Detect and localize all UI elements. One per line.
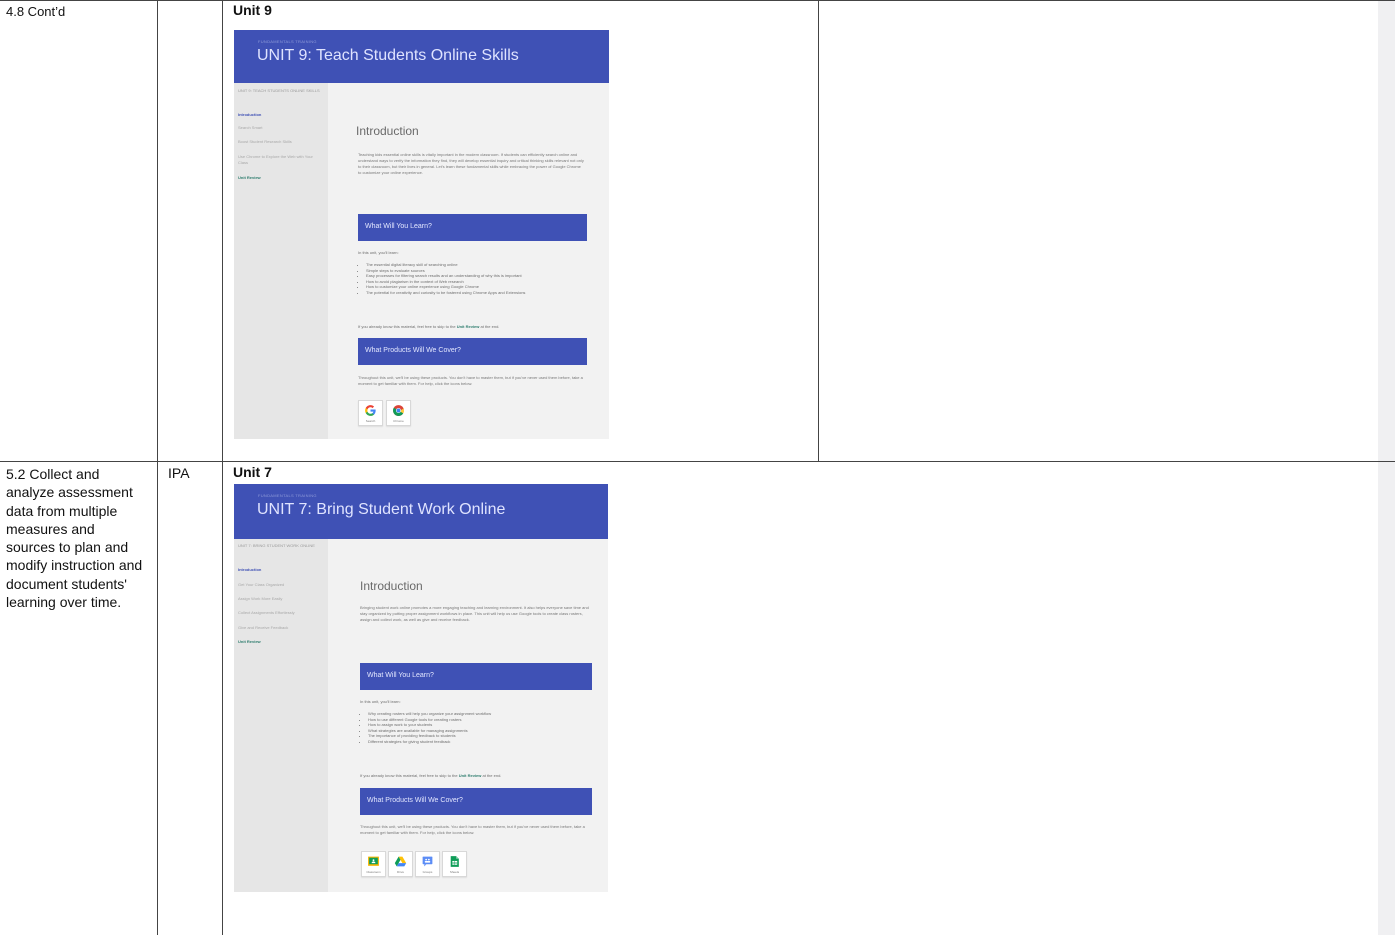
sidebar-heading: UNIT 9: TEACH STUDENTS ONLINE SKILLS xyxy=(238,88,320,93)
skip-note: If you already know this material, feel … xyxy=(360,773,501,778)
column-divider-3 xyxy=(818,0,819,462)
unit-review-link[interactable]: Unit Review xyxy=(459,773,482,778)
unit-sidebar: UNIT 9: TEACH STUDENTS ONLINE SKILLS Int… xyxy=(234,83,328,439)
vertical-scrollbar[interactable] xyxy=(1378,0,1395,935)
standard-cell: 4.8 Cont’d xyxy=(6,4,66,19)
intro-heading: Introduction xyxy=(356,124,419,138)
unit-sidebar: UNIT 7: BRING STUDENT WORK ONLINE Introd… xyxy=(234,539,328,892)
sidebar-item-assign-work[interactable]: Assign Work More Easily xyxy=(238,596,322,602)
unit-heading: Unit 9 xyxy=(233,2,272,18)
google-g-icon xyxy=(365,405,376,416)
sidebar-item-class-organized[interactable]: Get Your Class Organized xyxy=(238,582,322,588)
skip-note: If you already know this material, feel … xyxy=(358,324,499,329)
sidebar-item-unit-review[interactable]: Unit Review xyxy=(238,639,322,645)
product-search-button[interactable]: Search xyxy=(358,400,383,426)
unit-7-screenshot: FUNDAMENTALS TRAINING UNIT 7: Bring Stud… xyxy=(234,484,608,892)
product-label: Classroom xyxy=(366,870,381,874)
classroom-icon xyxy=(368,856,379,866)
product-label: Groups xyxy=(422,870,433,874)
sidebar-item-research-skills[interactable]: Boost Student Research Skills xyxy=(238,139,322,145)
skip-text: If you already know this material, feel … xyxy=(360,773,459,778)
learn-heading: What Will You Learn? xyxy=(365,223,432,230)
product-label: Search xyxy=(365,419,376,423)
unit-review-link[interactable]: Unit Review xyxy=(457,324,480,329)
intro-paragraph: Teaching kids essential online skills is… xyxy=(358,152,584,176)
product-chrome-button[interactable]: Chrome xyxy=(386,400,411,426)
sidebar-item-feedback[interactable]: Give and Receive Feedback xyxy=(238,625,322,631)
sidebar-item-use-chrome[interactable]: Use Chrome to Explore the Web with Your … xyxy=(238,154,322,165)
unit-heading: Unit 7 xyxy=(233,464,272,480)
product-drive-button[interactable]: Drive xyxy=(388,851,413,877)
product-classroom-button[interactable]: Classroom xyxy=(361,851,386,877)
learn-lead: In this unit, you'll learn: xyxy=(358,250,399,255)
sidebar-item-collect-assignments[interactable]: Collect Assignments Effortlessly xyxy=(238,610,322,616)
product-label: Sheets xyxy=(449,870,460,874)
drive-icon xyxy=(394,856,407,867)
sidebar-item-unit-review[interactable]: Unit Review xyxy=(238,175,322,181)
chrome-icon xyxy=(393,405,404,416)
product-label: Chrome xyxy=(393,419,404,423)
breadcrumb: FUNDAMENTALS TRAINING xyxy=(258,493,317,498)
products-paragraph: Throughout this unit, we'll be using the… xyxy=(360,824,585,836)
intro-paragraph: Bringing student work online promotes a … xyxy=(360,605,589,623)
table-top-border xyxy=(0,0,1395,1)
products-paragraph: Throughout this unit, we'll be using the… xyxy=(358,375,583,387)
products-section-bar: What Products Will We Cover? xyxy=(358,338,587,365)
products-heading: What Products Will We Cover? xyxy=(367,797,463,804)
list-item: The potential for creativity and curiosi… xyxy=(366,290,592,296)
learn-section-bar: What Will You Learn? xyxy=(360,663,592,690)
skip-text-end: at the end. xyxy=(479,324,500,329)
learn-list: The essential digital literacy skill of … xyxy=(358,262,592,296)
unit-banner: FUNDAMENTALS TRAINING UNIT 7: Bring Stud… xyxy=(234,484,608,539)
row-divider xyxy=(0,461,1395,462)
learn-lead: In this unit, you'll learn: xyxy=(360,699,401,704)
breadcrumb: FUNDAMENTALS TRAINING xyxy=(258,39,317,44)
unit-banner: FUNDAMENTALS TRAINING UNIT 9: Teach Stud… xyxy=(234,30,609,83)
code-cell: IPA xyxy=(168,465,190,481)
products-heading: What Products Will We Cover? xyxy=(365,347,461,354)
learn-list: Why creating rosters will help you organ… xyxy=(360,711,600,745)
list-item: Different strategies for giving student … xyxy=(368,739,600,745)
page-title: UNIT 7: Bring Student Work Online xyxy=(257,501,506,518)
sidebar-item-search-smart[interactable]: Search Smart xyxy=(238,125,322,131)
learn-heading: What Will You Learn? xyxy=(367,672,434,679)
skip-text: If you already know this material, feel … xyxy=(358,324,457,329)
skip-text-end: at the end. xyxy=(481,773,502,778)
product-groups-button[interactable]: Groups xyxy=(415,851,440,877)
sheets-icon xyxy=(450,856,459,867)
intro-heading: Introduction xyxy=(360,579,423,593)
sidebar-item-introduction[interactable]: Introduction xyxy=(238,567,322,573)
product-label: Drive xyxy=(396,870,404,874)
unit-9-screenshot: FUNDAMENTALS TRAINING UNIT 9: Teach Stud… xyxy=(234,30,609,439)
column-divider-1 xyxy=(157,0,158,935)
groups-icon xyxy=(422,856,433,867)
learn-section-bar: What Will You Learn? xyxy=(358,214,587,241)
sidebar-heading: UNIT 7: BRING STUDENT WORK ONLINE xyxy=(238,543,315,548)
sidebar-item-introduction[interactable]: Introduction xyxy=(238,112,322,118)
page-title: UNIT 9: Teach Students Online Skills xyxy=(257,47,519,64)
column-divider-2 xyxy=(222,0,223,935)
products-section-bar: What Products Will We Cover? xyxy=(360,788,592,815)
product-sheets-button[interactable]: Sheets xyxy=(442,851,467,877)
standard-cell: 5.2 Collect and analyze assessment data … xyxy=(6,466,143,611)
